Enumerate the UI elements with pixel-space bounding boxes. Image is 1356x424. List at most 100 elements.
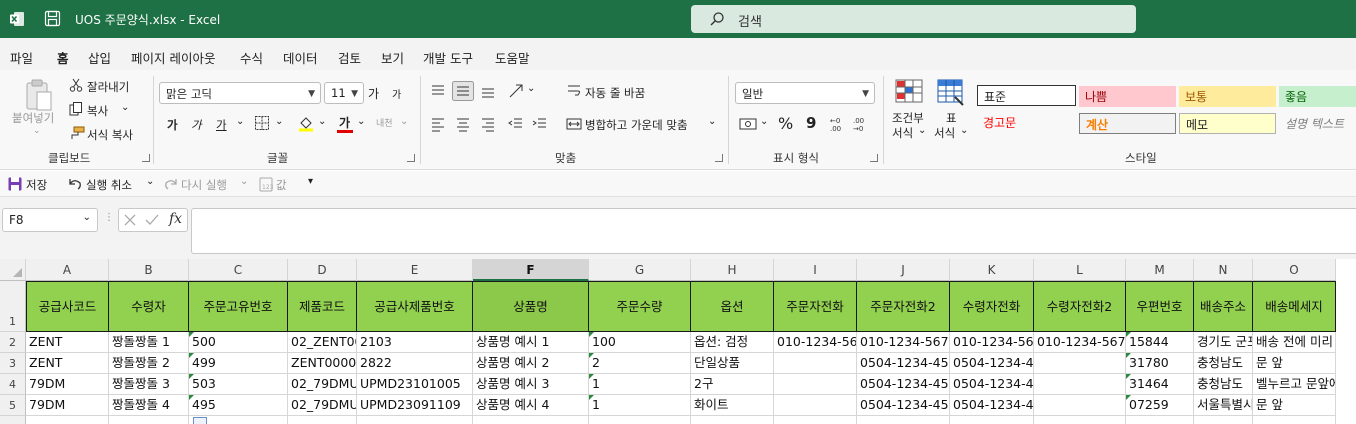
table-cell[interactable] [1034,395,1126,416]
header-cell[interactable]: 주문고유번호 [189,281,288,332]
table-cell[interactable]: 495 [189,395,288,416]
row-header-2[interactable]: 2 [0,332,26,353]
increase-indent-icon[interactable] [531,116,547,132]
table-cell[interactable] [857,416,950,424]
table-cell[interactable]: 79DM [26,395,109,416]
borders-chevron-icon[interactable]: ⌄ [275,116,283,127]
column-header-i[interactable]: I [774,259,857,281]
paste-values-button[interactable]: 값 [276,177,287,193]
header-cell[interactable]: 상품명 [473,281,589,332]
font-size-dropdown[interactable]: 11 ▼ [324,82,364,104]
cancel-icon[interactable] [124,214,136,226]
table-cell[interactable]: 02_ZENT0000 [288,332,357,353]
orientation-chevron-icon[interactable]: ⌄ [527,83,535,94]
table-cell[interactable]: 2구 [691,374,774,395]
table-cell[interactable]: 010-1234-5678 [774,332,857,353]
column-header-l[interactable]: L [1034,259,1126,281]
column-header-o[interactable]: O [1253,259,1336,281]
table-cell[interactable]: 상품명 예시 2 [473,353,589,374]
column-header-k[interactable]: K [950,259,1034,281]
table-cell[interactable]: ZENT [26,353,109,374]
column-header-h[interactable]: H [691,259,774,281]
table-cell[interactable]: 상품명 예시 3 [473,374,589,395]
table-cell[interactable]: 010-1234-5678 [857,332,950,353]
merge-chevron-icon[interactable]: ⌄ [708,116,716,127]
style-neutral[interactable]: 보통 [1179,86,1276,107]
table-cell[interactable]: 2822 [357,353,473,374]
cut-button[interactable]: 잘라내기 [87,79,129,95]
column-header-e[interactable]: E [357,259,473,281]
table-cell[interactable]: 31464 [1126,374,1194,395]
row-header-5[interactable]: 5 [0,395,26,416]
font-color-chevron-icon[interactable]: ⌄ [357,116,365,127]
save-icon[interactable] [44,10,61,27]
header-cell[interactable]: 제품코드 [288,281,357,332]
table-cell[interactable] [774,395,857,416]
table-cell[interactable]: UPMD23091109 [357,395,473,416]
table-cell[interactable]: 0504-1234-4567 [950,374,1034,395]
header-cell[interactable]: 주문수량 [589,281,691,332]
percent-button[interactable]: % [778,114,793,133]
table-cell[interactable]: ZENT [26,332,109,353]
table-cell[interactable] [691,416,774,424]
grow-font-button[interactable]: 가 [368,85,379,102]
redo-chevron-icon[interactable]: ⌄ [240,176,248,187]
tab-help[interactable]: 도움말 [495,48,530,67]
header-cell[interactable]: 공급사제품번호 [357,281,473,332]
align-center-icon[interactable] [455,116,471,132]
italic-button[interactable]: 가 [191,117,202,133]
tab-formulas[interactable]: 수식 [240,48,263,67]
table-cell[interactable]: 15844 [1126,332,1194,353]
table-cell[interactable] [1034,374,1126,395]
style-calculation[interactable]: 계산 [1079,113,1176,134]
number-format-dropdown[interactable]: 일반 ▼ [735,82,875,104]
header-cell[interactable]: 주문자전화2 [857,281,950,332]
table-cell[interactable]: 배송 전에 미리 연락 [1253,332,1336,353]
table-cell[interactable] [1194,416,1253,424]
format-as-table-button[interactable]: 표 [946,110,957,126]
table-cell[interactable] [774,416,857,424]
decrease-indent-icon[interactable] [507,116,523,132]
table-cell[interactable]: 0504-1234-4567 [950,395,1034,416]
enter-check-icon[interactable] [145,214,159,226]
table-cell[interactable] [109,416,189,424]
shrink-font-button[interactable]: 가 [392,86,401,101]
table-cell[interactable]: 문 앞 [1253,395,1336,416]
align-middle-icon[interactable] [452,81,474,101]
column-header-m[interactable]: M [1126,259,1194,281]
table-cell[interactable]: 0504-1234-4567 [950,353,1034,374]
table-cell[interactable] [1034,416,1126,424]
copy-button[interactable]: 복사 [87,103,108,119]
column-header-n[interactable]: N [1194,259,1253,281]
header-cell[interactable]: 옵션 [691,281,774,332]
table-cell[interactable]: 500 [189,332,288,353]
row-header-1[interactable]: 1 [0,281,26,332]
table-cell[interactable]: 79DM [26,374,109,395]
table-cell[interactable] [473,416,589,424]
table-cell[interactable]: 2103 [357,332,473,353]
phonetic-button[interactable]: 내천 [376,116,393,129]
column-header-g[interactable]: G [589,259,691,281]
table-cell[interactable]: 07259 [1126,395,1194,416]
table-cell[interactable]: 단일상품 [691,353,774,374]
table-cell[interactable]: 1 [589,395,691,416]
style-good[interactable]: 좋음 [1279,86,1356,107]
table-cell[interactable]: 서울특별시 [1194,395,1253,416]
fill-color-chevron-icon[interactable]: ⌄ [318,116,326,127]
style-note[interactable]: 메모 [1179,113,1276,134]
column-header-d[interactable]: D [288,259,357,281]
table-cell[interactable]: 짱돌짱돌 1 [109,332,189,353]
table-cell[interactable] [288,416,357,424]
paste-chevron-icon[interactable]: ⌄ [33,126,41,136]
format-as-table-icon[interactable] [937,79,965,107]
header-cell[interactable]: 주문자전화 [774,281,857,332]
table-cell[interactable]: ZENT0000 [288,353,357,374]
table-cell[interactable]: 화이트 [691,395,774,416]
paste-icon[interactable] [24,78,54,112]
table-cell[interactable]: 옵션: 검정 [691,332,774,353]
name-box[interactable]: F8 ⌄ [2,208,98,232]
table-cell[interactable]: 0504-1234-4567 [857,395,950,416]
select-all-corner[interactable] [0,259,26,281]
phonetic-chevron-icon[interactable]: ⌄ [400,116,408,127]
font-launcher-icon[interactable] [407,154,415,162]
